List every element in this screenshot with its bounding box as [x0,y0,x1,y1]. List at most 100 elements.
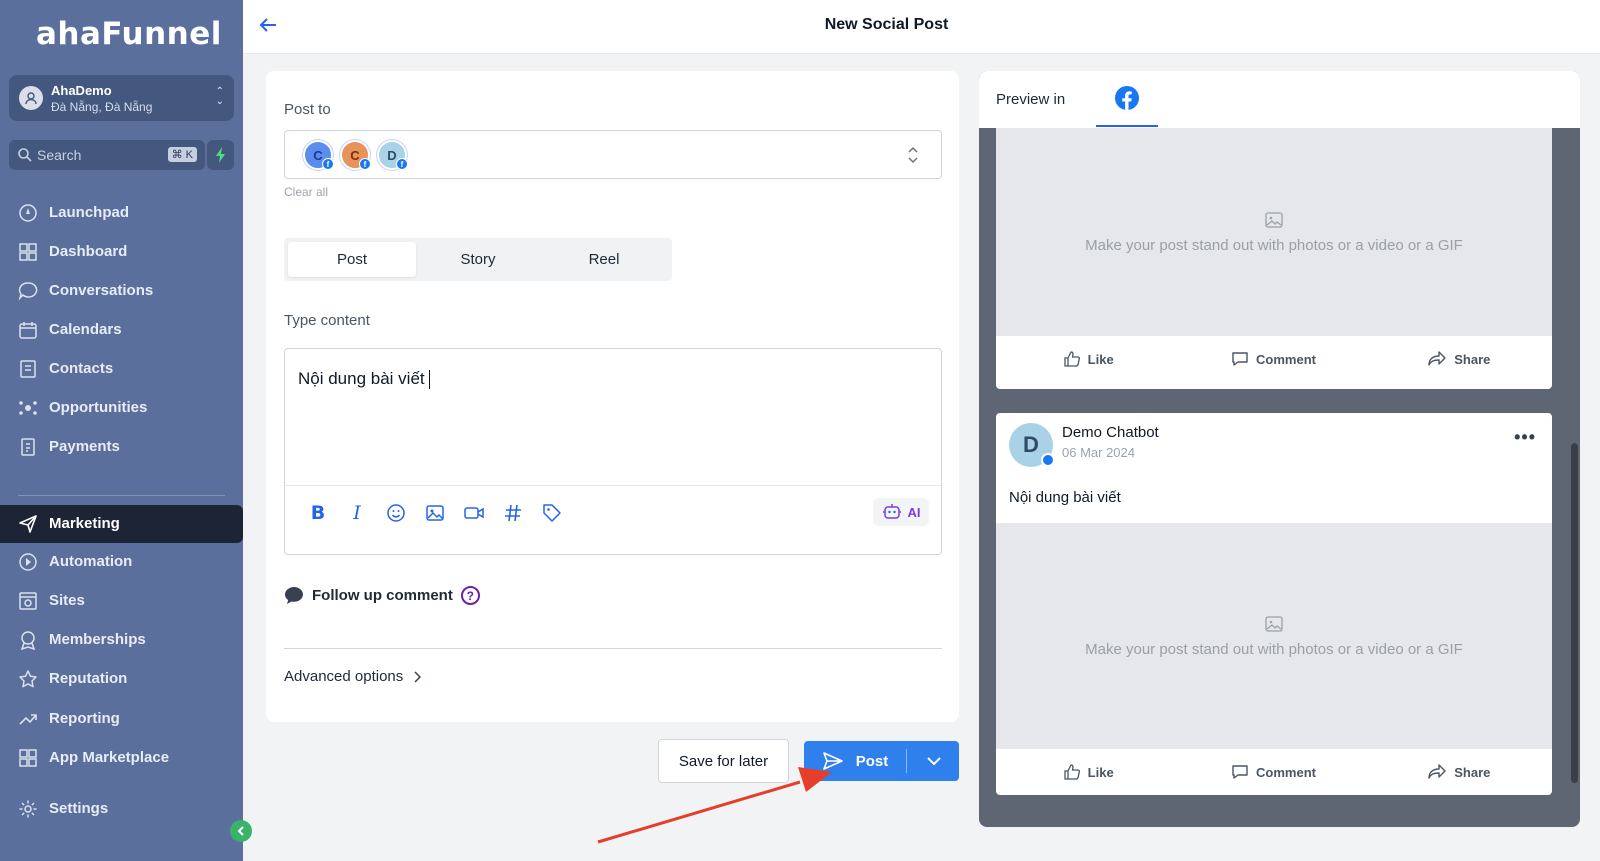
account-name: AhaDemo [51,83,112,98]
image-icon[interactable] [424,502,446,524]
media-placeholder: Make your post stand out with photos or … [996,523,1552,749]
sidebar-item-label: Payments [49,438,120,455]
preview-label: Preview in [996,91,1066,108]
rocket-icon [19,204,37,222]
sites-icon [19,592,37,610]
tab-post[interactable]: Post [288,242,416,277]
facebook-post-preview: D Demo Chatbot 06 Mar 2024 ••• Nội dung … [996,413,1552,795]
search-icon [18,148,32,162]
hashtag-icon[interactable] [502,502,524,524]
chevron-left-icon [237,826,244,836]
robot-icon [882,504,901,519]
sidebar-item-dashboard[interactable]: Dashboard [0,233,243,269]
comment-icon [1232,352,1248,366]
preview-scrollbar[interactable] [1571,443,1578,783]
video-icon[interactable] [463,502,485,524]
sidebar-item-launchpad[interactable]: Launchpad [0,194,243,230]
sidebar-item-opportunities[interactable]: Opportunities [0,389,243,425]
star-icon [19,670,37,688]
post-header: D Demo Chatbot 06 Mar 2024 ••• Nội dung … [996,413,1552,523]
image-icon [1265,211,1283,228]
media-placeholder-text: Make your post stand out with photos or … [1085,640,1463,658]
sidebar-item-automation[interactable]: Automation [0,543,243,579]
account-avatar: Df [377,140,408,170]
post-actions: Like Comment Share [996,336,1552,382]
chevron-updown-icon: ⌃ ⌄ [215,86,224,107]
facebook-post-preview: Make your post stand out with photos or … [996,128,1552,389]
send-icon [19,515,37,533]
share-icon [1428,351,1446,366]
tab-story[interactable]: Story [414,242,542,277]
quick-action-button[interactable] [207,140,234,170]
share-icon [1428,764,1446,779]
italic-icon[interactable]: I [346,502,368,524]
sidebar-item-payments[interactable]: Payments [0,428,243,464]
post-actions: Like Comment Share [996,749,1552,795]
tab-reel[interactable]: Reel [540,242,668,277]
sidebar-item-settings[interactable]: Settings [0,790,243,826]
search-box[interactable]: Search ⌘ K [9,140,205,170]
sidebar-item-contacts[interactable]: Contacts [0,350,243,386]
memberships-icon [20,631,36,650]
send-icon [822,752,843,770]
opportunities-icon [19,401,37,415]
follow-up-comment-toggle[interactable]: Follow up comment ? [284,586,480,605]
sidebar-item-marketing[interactable]: Marketing [0,505,243,543]
advanced-options-label: Advanced options [284,668,404,685]
sidebar-item-calendars[interactable]: Calendars [0,311,243,347]
save-for-later-button[interactable]: Save for later [658,739,789,783]
sidebar-divider [18,495,225,496]
sidebar-item-memberships[interactable]: Memberships [0,621,243,657]
sidebar-item-label: Settings [49,800,109,817]
comment-action: Comment [1181,351,1366,367]
sidebar-item-label: Dashboard [49,243,128,260]
chevron-updown-icon [908,146,918,164]
advanced-options-toggle[interactable]: Advanced options [284,668,422,685]
collapse-sidebar-button[interactable] [230,820,252,842]
share-action: Share [1367,764,1552,780]
user-avatar-icon [19,86,43,110]
contacts-icon [20,360,36,378]
chat-icon [18,282,38,301]
sidebar-item-reporting[interactable]: Reporting [0,700,243,736]
bold-icon[interactable]: B [307,502,329,524]
thumbs-up-icon [1064,351,1080,367]
editor-toolbar: B I AI [285,485,941,555]
facebook-badge-icon [1041,453,1055,467]
post-button[interactable]: Post [804,741,906,781]
post-button-label: Post [855,752,889,770]
content-editor[interactable]: Nội dung bài viết B I AI [284,348,942,555]
sidebar-item-sites[interactable]: Sites [0,582,243,618]
sidebar-item-reputation[interactable]: Reputation [0,660,243,696]
clear-all-link[interactable]: Clear all [284,185,328,199]
tab-facebook[interactable] [1096,71,1158,127]
ai-assist-button[interactable]: AI [873,498,929,526]
sidebar-item-label: Marketing [49,515,120,532]
content-text[interactable]: Nội dung bài viết [298,369,430,390]
grid-icon [19,749,37,767]
sidebar-item-app-marketplace[interactable]: App Marketplace [0,739,243,775]
account-selector[interactable]: Cf Cf Df [284,130,942,179]
more-options-icon[interactable]: ••• [1514,427,1536,448]
post-to-label: Post to [284,101,331,118]
sidebar-item-label: Opportunities [49,399,148,416]
preview-panel: Preview in Make your post stand out with… [979,71,1580,827]
comment-action: Comment [1181,764,1366,780]
like-action: Like [996,764,1181,780]
calendar-icon [19,322,37,339]
tag-icon[interactable] [541,502,563,524]
text-cursor [428,370,430,390]
help-icon[interactable]: ? [460,586,480,605]
search-shortcut: ⌘ K [167,147,197,162]
app-logo[interactable]: ahaFunnel [36,16,222,52]
account-switcher[interactable]: AhaDemo Đà Nẵng, Đà Nẵng ⌃ ⌄ [9,75,234,121]
emoji-icon[interactable] [385,502,407,524]
facebook-badge-icon: f [396,158,408,170]
sidebar-item-label: App Marketplace [49,749,170,766]
top-header: New Social Post [243,0,1600,54]
sidebar-item-conversations[interactable]: Conversations [0,272,243,308]
sidebar-item-label: Sites [49,592,85,609]
comment-icon [1232,765,1248,779]
post-options-dropdown[interactable] [908,741,959,781]
sidebar-item-label: Contacts [49,360,114,377]
